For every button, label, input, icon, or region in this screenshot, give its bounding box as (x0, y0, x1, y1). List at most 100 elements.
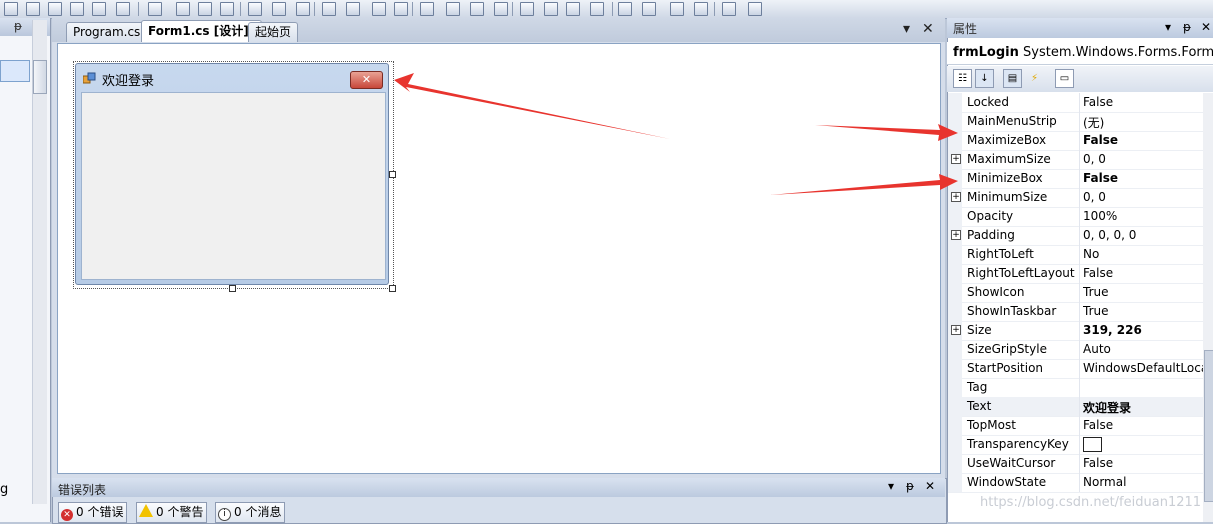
toolbar-layout-icon[interactable] (372, 2, 386, 16)
property-row[interactable]: + Padding 0, 0, 0, 0 (948, 226, 1203, 246)
left-panel-scroll-thumb[interactable] (33, 60, 47, 94)
property-row[interactable]: WindowState Normal (948, 473, 1203, 493)
error-list-pin-icon[interactable]: ᵽ (906, 479, 914, 493)
toolbar-layout-icon[interactable] (176, 2, 190, 16)
property-value[interactable]: 0, 0 (1083, 152, 1203, 166)
property-row[interactable]: + Size 319, 226 (948, 321, 1203, 341)
toolbar-layout-icon[interactable] (26, 2, 40, 16)
tab-dropdown-icon[interactable]: ▾ (903, 21, 910, 37)
toolbar-layout-icon[interactable] (248, 2, 262, 16)
toolbar-layout-icon[interactable] (420, 2, 434, 16)
toolbar-layout-icon[interactable] (70, 2, 84, 16)
toolbar-layout-icon[interactable] (722, 2, 736, 16)
property-value[interactable]: 0, 0 (1083, 190, 1203, 204)
toolbar-layout-icon[interactable] (296, 2, 310, 16)
property-row[interactable]: RightToLeft No (948, 245, 1203, 265)
property-value[interactable]: False (1083, 418, 1203, 432)
property-row[interactable]: MinimizeBox False (948, 169, 1203, 189)
property-row[interactable]: TransparencyKey (948, 435, 1203, 455)
property-row[interactable]: + MinimumSize 0, 0 (948, 188, 1203, 208)
form-close-button[interactable]: ✕ (350, 71, 383, 89)
property-value[interactable]: False (1083, 95, 1203, 109)
error-list-close-icon[interactable]: ✕ (925, 479, 935, 493)
property-value[interactable]: False (1083, 171, 1203, 185)
tab-form1-design[interactable]: Form1.cs [设计]* (141, 20, 262, 42)
toolbar-layout-icon[interactable] (590, 2, 604, 16)
toolbar-layout-icon[interactable] (748, 2, 762, 16)
toolbar-layout-icon[interactable] (694, 2, 708, 16)
property-row[interactable]: ShowIcon True (948, 283, 1203, 303)
categorized-icon[interactable]: ☷ (953, 69, 972, 88)
tab-start-page[interactable]: 起始页 (248, 22, 299, 42)
close-document-icon[interactable]: ✕ (922, 21, 934, 37)
property-row[interactable]: + MaximumSize 0, 0 (948, 150, 1203, 170)
toolbar-layout-icon[interactable] (48, 2, 62, 16)
property-row[interactable]: Locked False (948, 93, 1203, 113)
properties-view-icon[interactable]: ▤ (1003, 69, 1022, 88)
property-value[interactable]: False (1083, 456, 1203, 470)
messages-filter-button[interactable]: i0 个消息 (215, 502, 286, 523)
property-value[interactable]: No (1083, 247, 1203, 261)
property-value[interactable]: 319, 226 (1083, 323, 1203, 337)
toolbar-layout-icon[interactable] (322, 2, 336, 16)
toolbar-layout-icon[interactable] (642, 2, 656, 16)
tab-program-cs[interactable]: Program.cs (66, 22, 148, 42)
events-lightning-icon[interactable]: ⚡ (1025, 69, 1044, 88)
toolbar-layout-icon[interactable] (272, 2, 286, 16)
property-pages-icon[interactable]: ▭ (1055, 69, 1074, 88)
property-row[interactable]: MainMenuStrip (无) (948, 112, 1203, 132)
expand-icon[interactable]: + (951, 154, 961, 164)
expand-icon[interactable]: + (951, 192, 961, 202)
toolbar-layout-icon[interactable] (116, 2, 130, 16)
property-value[interactable]: 欢迎登录 (1083, 399, 1203, 416)
toolbar-layout-icon[interactable] (446, 2, 460, 16)
toolbar-layout-icon[interactable] (520, 2, 534, 16)
properties-close-icon[interactable]: ✕ (1201, 20, 1211, 34)
toolbar-layout-icon[interactable] (346, 2, 360, 16)
expand-icon[interactable]: + (951, 325, 961, 335)
property-value[interactable]: WindowsDefaultLoca (1083, 361, 1203, 375)
toolbar-layout-icon[interactable] (670, 2, 684, 16)
expand-icon[interactable]: + (951, 230, 961, 240)
toolbar-layout-icon[interactable] (470, 2, 484, 16)
toolbar-layout-icon[interactable] (148, 2, 162, 16)
properties-dropdown-icon[interactable]: ▾ (1165, 20, 1171, 34)
property-row[interactable]: Text 欢迎登录 (948, 397, 1203, 417)
property-value[interactable]: 0, 0, 0, 0 (1083, 228, 1203, 242)
property-row[interactable]: MaximizeBox False (948, 131, 1203, 151)
property-row[interactable]: SizeGripStyle Auto (948, 340, 1203, 360)
toolbar-layout-icon[interactable] (494, 2, 508, 16)
property-value[interactable]: False (1083, 266, 1203, 280)
property-value[interactable]: (无) (1083, 114, 1203, 131)
property-value[interactable]: False (1083, 133, 1203, 147)
warnings-filter-button[interactable]: 0 个警告 (136, 502, 208, 523)
toolbar-layout-icon[interactable] (220, 2, 234, 16)
toolbar-layout-icon[interactable] (544, 2, 558, 16)
property-value[interactable] (1083, 437, 1203, 453)
property-value[interactable]: True (1083, 304, 1203, 318)
property-row[interactable]: Opacity 100% (948, 207, 1203, 227)
left-panel-selected-item[interactable] (0, 60, 30, 82)
toolbar-layout-icon[interactable] (92, 2, 106, 16)
property-row[interactable]: Tag (948, 378, 1203, 398)
toolbar-layout-icon[interactable] (394, 2, 408, 16)
property-value[interactable]: True (1083, 285, 1203, 299)
toolbar-layout-icon[interactable] (198, 2, 212, 16)
property-value[interactable]: Auto (1083, 342, 1203, 356)
property-value[interactable]: 100% (1083, 209, 1203, 223)
form-client-area[interactable] (81, 92, 386, 280)
property-row[interactable]: ShowInTaskbar True (948, 302, 1203, 322)
error-list-dropdown-icon[interactable]: ▾ (888, 479, 894, 493)
property-row[interactable]: TopMost False (948, 416, 1203, 436)
property-grid-scroll-thumb[interactable] (1204, 350, 1213, 502)
resize-handle-right[interactable] (389, 171, 396, 178)
resize-handle-corner[interactable] (389, 285, 396, 292)
pin-icon[interactable]: ᵽ (14, 19, 22, 33)
toolbar-layout-icon[interactable] (4, 2, 18, 16)
properties-pin-icon[interactable]: ᵽ (1183, 20, 1191, 34)
toolbar-layout-icon[interactable] (566, 2, 580, 16)
alphabetical-icon[interactable]: ↓ (975, 69, 994, 88)
resize-handle-bottom[interactable] (229, 285, 236, 292)
toolbar-layout-icon[interactable] (618, 2, 632, 16)
errors-filter-button[interactable]: ✕ 0 个错误 (58, 502, 128, 523)
